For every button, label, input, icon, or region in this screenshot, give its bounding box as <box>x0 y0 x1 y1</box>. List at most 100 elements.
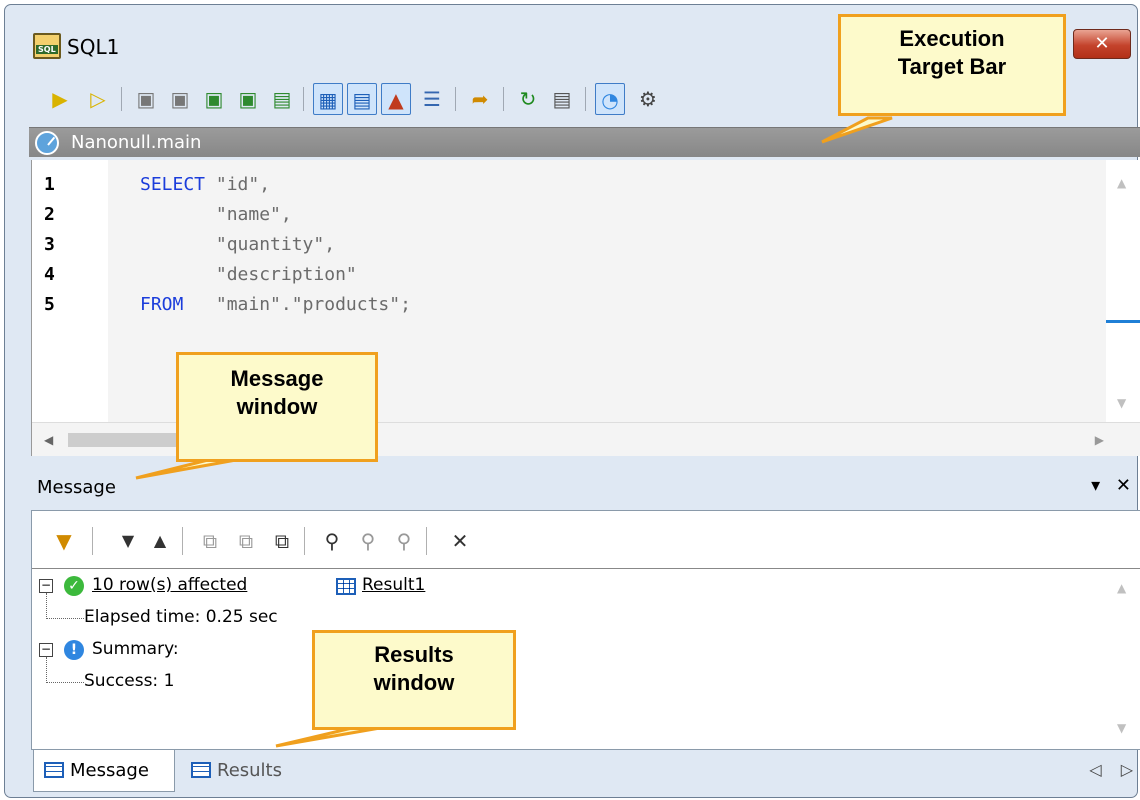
show-tree-icon[interactable]: ▲ <box>381 83 411 115</box>
result-grid-icon <box>336 578 356 595</box>
execute-icon[interactable]: ▶ <box>45 83 75 115</box>
elapsed-time: Elapsed time: 0.25 sec <box>84 607 278 627</box>
editor-vertical-scrollbar[interactable]: ▲ ▼ <box>1106 160 1140 422</box>
scroll-down-icon[interactable]: ▼ <box>1117 721 1126 735</box>
filter-icon[interactable]: ▼ <box>50 527 78 555</box>
sql-file-icon <box>33 33 61 59</box>
code-line: "name", <box>140 204 292 225</box>
find-previous-icon[interactable]: ⚲ <box>390 527 418 555</box>
close-button[interactable]: ✕ <box>1073 29 1131 59</box>
callout-text: Results <box>374 642 454 667</box>
find-icon[interactable]: ⚲ <box>318 527 346 555</box>
success-count: Success: 1 <box>84 671 175 691</box>
scroll-right-icon[interactable]: ▶ <box>1095 433 1104 447</box>
export-icon[interactable]: ➦ <box>465 83 495 115</box>
callout-text: window <box>236 394 318 419</box>
results-tab-icon <box>191 762 211 778</box>
clear-icon[interactable]: ✕ <box>446 527 474 555</box>
tree-connector <box>46 657 47 683</box>
message-window-title: Message <box>37 477 116 498</box>
show-all-results-icon[interactable]: ▤ <box>267 83 297 115</box>
code-line: SELECT "id", <box>140 174 271 195</box>
scroll-up-icon[interactable]: ▲ <box>1117 581 1126 595</box>
tree-connector <box>46 618 84 619</box>
tab-results[interactable]: Results <box>191 750 321 792</box>
line-number: 4 <box>44 264 55 285</box>
grid-view-icon[interactable]: ▦ <box>313 83 343 115</box>
execution-target-icon[interactable]: ◔ <box>595 83 625 115</box>
copy-all-icon[interactable]: ⧉ <box>268 527 296 555</box>
toolbar-separator <box>503 87 504 111</box>
execution-target-bar[interactable]: Nanonull.main <box>29 127 1140 157</box>
line-number: 2 <box>44 204 55 225</box>
tree-connector <box>46 593 47 619</box>
scroll-up-icon[interactable]: ▲ <box>1117 176 1126 190</box>
toolbar-separator <box>121 87 122 111</box>
line-number: 1 <box>44 174 55 195</box>
undo-icon[interactable]: ↻ <box>513 83 543 115</box>
toolbar-separator <box>455 87 456 111</box>
sql-editor-toolbar: ▶ ▷ ▣ ▣ ▣ ▣ ▤ ▦ ▤ ▲ ☰ ➦ ↻ ▤ ◔ ⚙ <box>45 83 845 117</box>
copy-icon[interactable]: ⧉ <box>196 527 224 555</box>
tab-message[interactable]: Message <box>33 750 175 792</box>
close-icon[interactable]: ✕ <box>1116 475 1131 496</box>
window-title: SQL1 <box>67 35 120 59</box>
summary-label: Summary: <box>92 639 179 659</box>
show-first-results-icon[interactable]: ▣ <box>199 83 229 115</box>
message-vertical-scrollbar[interactable]: ▲ ▼ <box>1106 571 1140 749</box>
message-tab-icon <box>44 762 64 778</box>
toggle-results-icon[interactable]: ▣ <box>131 83 161 115</box>
tab-results-label: Results <box>217 760 282 781</box>
show-properties-icon[interactable]: ☰ <box>417 83 447 115</box>
code-line: "description" <box>140 264 357 285</box>
line-number-gutter: 1 2 3 4 5 <box>32 160 108 422</box>
sql-editor-window: SQL1 ✕ ▶ ▷ ▣ ▣ ▣ ▣ ▤ ▦ ▤ ▲ ☰ ➦ ↻ ▤ ◔ ⚙ N… <box>4 4 1140 798</box>
collapse-toggle-icon[interactable]: − <box>39 579 53 593</box>
find-next-icon[interactable]: ⚲ <box>354 527 382 555</box>
rows-affected-link[interactable]: 10 row(s) affected <box>92 575 247 595</box>
callout-text: Message <box>230 366 324 391</box>
message-window-controls: ▾ ✕ <box>1091 475 1131 496</box>
dropdown-icon[interactable]: ▾ <box>1091 475 1100 496</box>
options-icon[interactable]: ⚙ <box>633 83 663 115</box>
toolbar-separator <box>92 527 93 555</box>
scroll-left-icon[interactable]: ◀ <box>44 433 53 447</box>
tab-scroll-left-icon[interactable]: ◁ <box>1089 760 1101 779</box>
toolbar-separator <box>585 87 586 111</box>
next-icon[interactable]: ▼ <box>114 527 142 555</box>
message-window-header: Message ▾ ✕ <box>29 473 1140 505</box>
previous-icon[interactable]: ▲ <box>146 527 174 555</box>
scroll-thumb[interactable] <box>68 433 188 447</box>
toolbar-separator <box>304 527 305 555</box>
toolbar-separator <box>303 87 304 111</box>
result1-link[interactable]: Result1 <box>362 575 425 595</box>
success-icon: ✓ <box>64 576 84 596</box>
toolbar-separator <box>182 527 183 555</box>
code-line: FROM "main"."products"; <box>140 294 411 315</box>
line-number: 3 <box>44 234 55 255</box>
show-previous-results-icon[interactable]: ▣ <box>233 83 263 115</box>
line-number: 5 <box>44 294 55 315</box>
callout-text: Execution <box>899 26 1005 51</box>
database-connection-icon <box>35 131 59 155</box>
collapse-toggle-icon[interactable]: − <box>39 643 53 657</box>
results-window-callout: Results window <box>312 630 516 730</box>
message-toolbar: ▼ ▼ ▲ ⧉ ⧉ ⧉ ⚲ ⚲ ⚲ ✕ <box>32 511 1140 569</box>
tab-message-label: Message <box>70 760 149 781</box>
tab-navigation: ◁ ▷ <box>1089 760 1133 779</box>
text-view-icon[interactable]: ▤ <box>347 83 377 115</box>
tab-scroll-right-icon[interactable]: ▷ <box>1121 760 1133 779</box>
bottom-tab-strip: Message Results ◁ ▷ <box>31 750 1140 796</box>
tree-connector <box>46 682 84 683</box>
message-window-callout: Message window <box>176 352 378 462</box>
callout-text: Target Bar <box>897 54 1007 79</box>
info-icon: ! <box>64 640 84 660</box>
scroll-down-icon[interactable]: ▼ <box>1117 396 1126 410</box>
settings-icon[interactable]: ▤ <box>547 83 577 115</box>
code-line: "quantity", <box>140 234 336 255</box>
message-tree: − ✓ 10 row(s) affected Result1 Elapsed t… <box>32 571 1106 749</box>
execute-for-data-editing-icon[interactable]: ▷ <box>83 83 113 115</box>
copy-with-children-icon[interactable]: ⧉ <box>232 527 260 555</box>
toggle-message-icon[interactable]: ▣ <box>165 83 195 115</box>
scroll-position-marker <box>1106 320 1140 323</box>
